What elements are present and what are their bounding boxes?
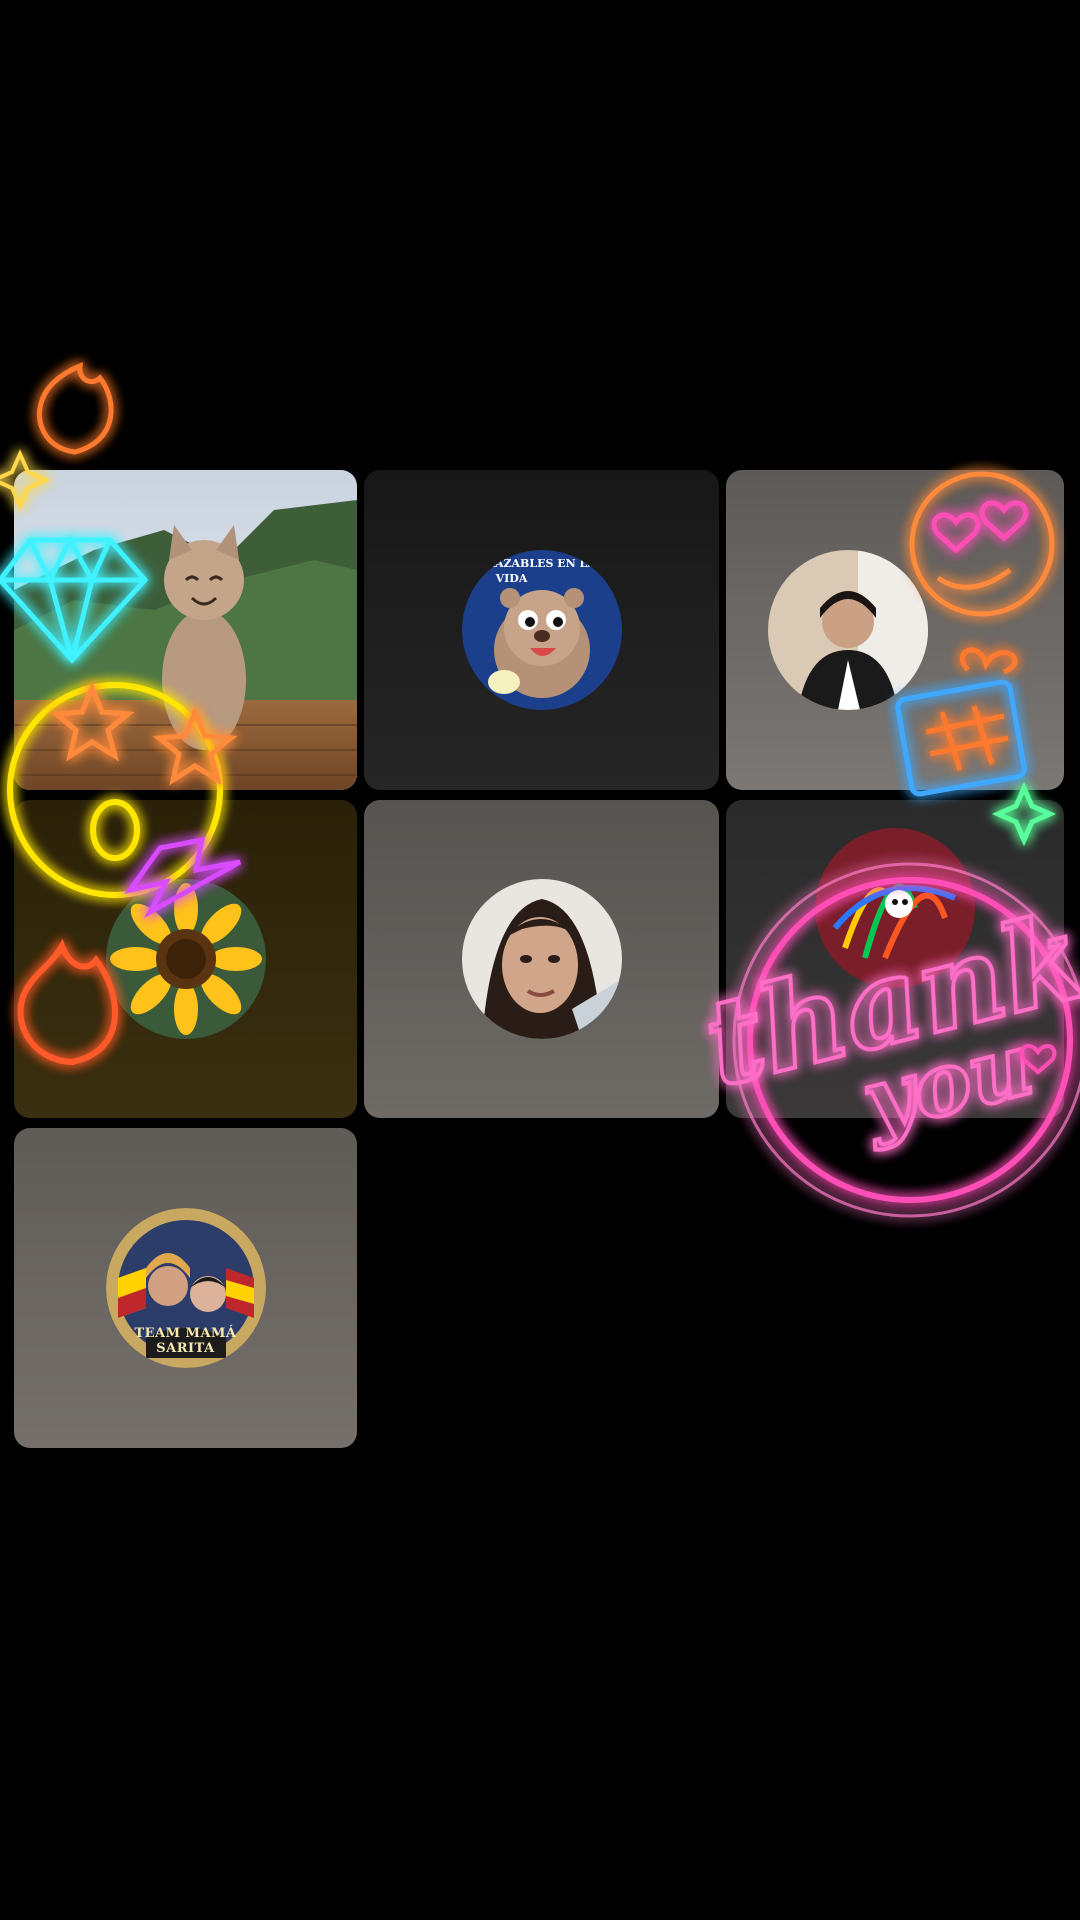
video-tile-colorful-avatar[interactable]: [726, 800, 1064, 1118]
fire-neon-icon: [36, 362, 114, 455]
team-mama-sarita-avatar: TEAM MAMÁ SARITA: [105, 1208, 266, 1368]
cartoon-beaver-avatar: LAZABLES EN LA VIDA: [461, 550, 622, 710]
video-tile-woman-profile-1[interactable]: [726, 470, 1064, 790]
video-tile-team-mama-sarita[interactable]: TEAM MAMÁ SARITA: [14, 1128, 357, 1448]
video-tile-cartoon-beaver[interactable]: LAZABLES EN LA VIDA: [364, 470, 719, 790]
video-tile-mountain-cat[interactable]: [14, 470, 357, 790]
video-tile-sunflower[interactable]: [14, 800, 357, 1118]
mountain-cat-video: [14, 470, 357, 790]
woman-profile-avatar: [767, 550, 928, 710]
colorful-avatar: [815, 828, 975, 989]
video-tile-woman-selfie[interactable]: [364, 800, 719, 1118]
team-mama-sarita-badge-text: TEAM MAMÁ SARITA: [134, 1326, 237, 1356]
sunflower-avatar: [105, 879, 266, 1039]
woman-selfie-avatar: [461, 879, 622, 1039]
avatar-caption-line1: LAZABLES EN LA: [487, 557, 596, 570]
avatar-caption-line2: VIDA: [495, 572, 528, 585]
